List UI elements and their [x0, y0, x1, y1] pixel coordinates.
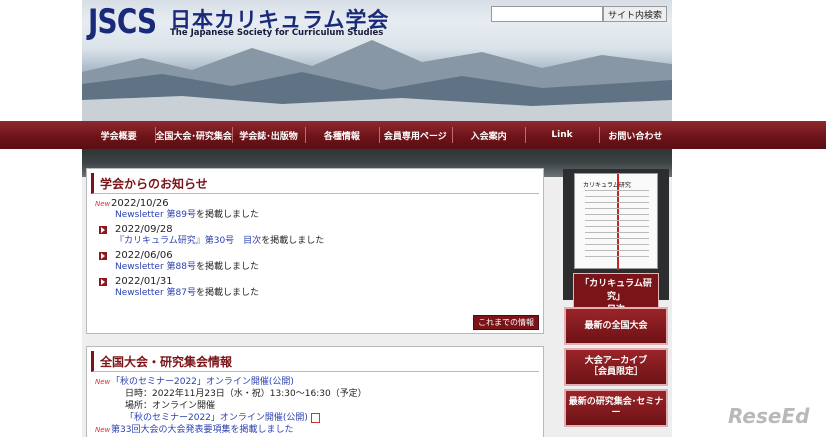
logo-subtitle: The Japanese Society for Curriculum Stud… — [170, 28, 384, 38]
list-item: 2022/09/28 『カリキュラム研究』第30号 目次を掲載しました — [95, 224, 537, 247]
list-item: New 2022/10/26 Newsletter 第89号を掲載しました — [95, 198, 537, 221]
item-link[interactable]: Newsletter 第87号 — [115, 288, 196, 298]
search-button[interactable]: サイト内検索 — [603, 6, 668, 22]
event-link[interactable]: 「秋のセミナー2022」オンライン開催(公開) — [111, 377, 294, 387]
nav-join[interactable]: 入会案内 — [451, 121, 525, 149]
notices-panel: 学会からのお知らせ New 2022/10/26 Newsletter 第89号を… — [86, 168, 544, 334]
item-link[interactable]: Newsletter 第89号 — [115, 210, 196, 220]
watermark-logo: ReseEd — [728, 404, 810, 428]
nav-info[interactable]: 各種情報 — [305, 121, 378, 149]
item-date: 2022/10/26 — [111, 198, 169, 209]
conference-archive-button[interactable]: 大会アーカイブ ［会員限定］ — [564, 348, 668, 386]
more-button[interactable]: これまでの情報 — [473, 315, 539, 330]
page: JSCS 日本カリキュラム学会 The Japanese Society for… — [0, 0, 826, 437]
item-text: を掲載しました — [195, 262, 259, 272]
arrow-icon — [99, 225, 107, 234]
list-item: New「秋のセミナー2022」オンライン開催(公開) — [95, 376, 537, 388]
new-badge: New — [95, 199, 111, 208]
nav-link[interactable]: Link — [525, 121, 598, 149]
book-cover-image: カリキュラム研究 — [574, 173, 658, 270]
event-place: 場所：オンライン開催 — [125, 401, 216, 411]
item-link[interactable]: 『カリキュラム研究』第30号 目次 — [115, 236, 261, 246]
item-text: を掲載しました — [261, 236, 325, 246]
new-badge: New — [95, 426, 111, 434]
notices-list: New 2022/10/26 Newsletter 第89号を掲載しました 202… — [87, 194, 543, 299]
item-date: 2022/09/28 — [115, 224, 173, 235]
latest-seminar-button[interactable]: 最新の研究集会･セミナー — [564, 389, 668, 427]
pdf-icon[interactable] — [310, 412, 320, 423]
site-search: サイト内検索 — [491, 6, 668, 22]
arrow-icon — [99, 277, 107, 286]
nav-contact[interactable]: お問い合わせ — [598, 121, 672, 149]
journal-thumbnail[interactable]: カリキュラム研究 「カリキュラム研究」目次 — [563, 169, 669, 318]
list-item: 2022/06/06 Newsletter 第88号を掲載しました — [95, 250, 537, 273]
nav-conference[interactable]: 全国大会･研究集会 — [155, 121, 232, 149]
events-title: 全国大会・研究集会情報 — [91, 351, 539, 372]
arrow-icon — [99, 251, 107, 260]
event-date: 日時：2022年11月23日（水・祝）13:30～16:30（予定） — [125, 389, 367, 399]
logo-mark[interactable]: JSCS — [88, 2, 157, 42]
item-link[interactable]: Newsletter 第88号 — [115, 262, 196, 272]
events-panel: 全国大会・研究集会情報 New「秋のセミナー2022」オンライン開催(公開) 日… — [86, 346, 544, 437]
nav-members[interactable]: 会員専用ページ — [378, 121, 452, 149]
item-text: を掲載しました — [195, 288, 259, 298]
search-input[interactable] — [491, 6, 603, 22]
list-item: New第33回大会の大会発表要項集を掲載しました — [95, 424, 537, 436]
book-title: カリキュラム研究 — [583, 182, 631, 189]
item-text: を掲載しました — [195, 210, 259, 220]
item-date: 2022/06/06 — [115, 250, 173, 261]
item-date: 2022/01/31 — [115, 276, 173, 287]
main-nav: 学会概要 全国大会･研究集会 学会誌･出版物 各種情報 会員専用ページ 入会案内… — [0, 121, 826, 149]
nav-publications[interactable]: 学会誌･出版物 — [231, 121, 305, 149]
notices-title: 学会からのお知らせ — [91, 173, 539, 194]
list-item: 2022/01/31 Newsletter 第87号を掲載しました — [95, 276, 537, 299]
nav-about[interactable]: 学会概要 — [82, 121, 155, 149]
event-link[interactable]: 第33回大会の大会発表要項集を掲載しました — [111, 425, 293, 435]
latest-conference-button[interactable]: 最新の全国大会 — [564, 307, 668, 345]
new-badge: New — [95, 378, 111, 386]
event-pdf-link[interactable]: 「秋のセミナー2022」オンライン開催(公開) — [125, 413, 308, 423]
